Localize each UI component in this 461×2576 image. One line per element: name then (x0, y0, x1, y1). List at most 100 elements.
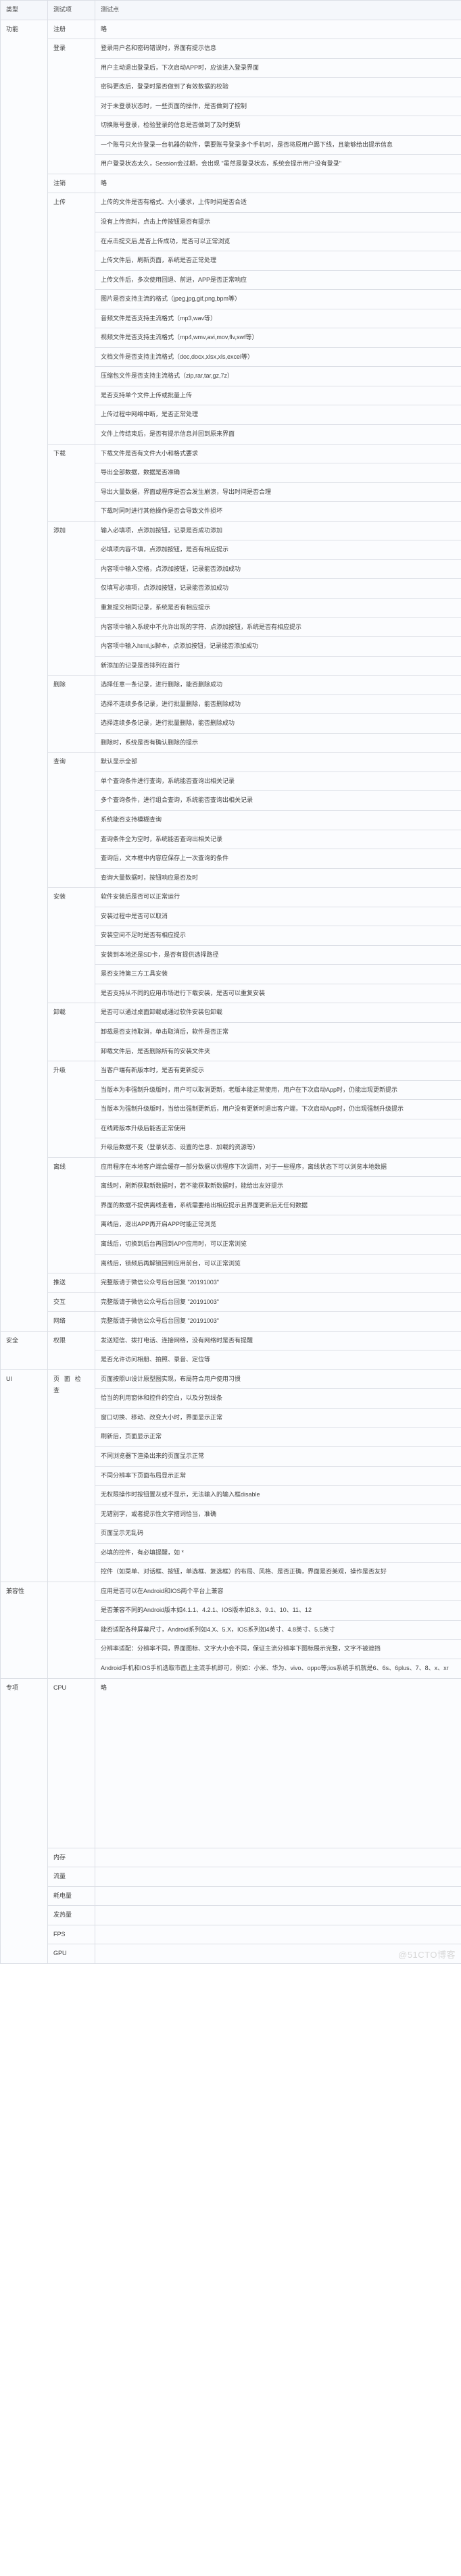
test-point-cell: 不同浏览器下渲染出来的页面显示正常 (95, 1446, 461, 1467)
table-row: 功能 注册略 (0, 19, 461, 1332)
test-point-cell (95, 1847, 461, 1868)
table-row: 推送 完整版请于微信公众号后台回复 "20191003" (1, 1273, 461, 1293)
test-point-cell: 无权限操作时按钮置灰或不显示，无法输入的输入框disable (95, 1485, 461, 1505)
test-item-cell: 添加 (47, 520, 95, 676)
test-point-cell: 离线后，退出APP再开启APP时能正常浏览 (95, 1215, 461, 1235)
table-row: 网络 完整版请于微信公众号后台回复 "20191003" (1, 1311, 461, 1332)
test-point-cell: 一个账号只允许登录一台机器的软件，需要账号登录多个手机时，是否将原用户踢下线，且… (95, 134, 461, 155)
test-point-cell: 卸载是否支持取消，单击取消后，软件是否正常 (95, 1021, 461, 1042)
test-point-cell: 能否适配各种屏幕尺寸，Android系列如4.X、5.X，IOS系列如4英寸、4… (95, 1619, 461, 1640)
test-point-cell: 内容项中输入空格，点添加按钮，记录能否添加成功 (95, 559, 461, 580)
test-item-cell: 离线 (47, 1157, 95, 1274)
test-point-cell: 在点击提交后,是否上传成功，是否可以正常浏览 (95, 231, 461, 252)
test-point-cell: 页面显示无乱码 (95, 1523, 461, 1544)
test-item-cell: 删除 (47, 675, 95, 753)
table-row: 上传 上传的文件是否有格式、大小要求，上传时间是否合适 (1, 193, 461, 445)
table-row: 安全 权限 发送短信、拨打电话、连接网络，没有网络时是否有提醒 (0, 1330, 461, 1370)
table-row: 添加 输入必填项，点添加按钮，记录是否成功添加 (1, 520, 461, 676)
test-point-cell: 选择任意一条记录，进行删除，能否删除成功 (95, 675, 461, 695)
test-item-cell: 安装 (47, 887, 95, 1004)
table-header-row: 类型 测试项 测试点 (0, 0, 461, 20)
table-row: FPS (1, 1924, 461, 1945)
test-point-cell: 略 (95, 173, 461, 194)
table-row: 升级 当客户端有新版本时，是否有更新提示 (1, 1061, 461, 1158)
test-point-cell: 当客户端有新版本时，是否有更新提示 (95, 1061, 461, 1081)
test-point-cell: 无错别字，或者提示性文字措词恰当，准确 (95, 1504, 461, 1525)
test-point-cell: 升级后数据不变（登录状态、设置的信息、加载的资源等） (95, 1138, 461, 1158)
test-point-cell: 软件安装后是否可以正常运行 (95, 887, 461, 907)
test-point-cell: 选择连续多条记录，进行批量删除，能否删除成功 (95, 713, 461, 734)
test-point-cell: 完整版请于微信公众号后台回复 "20191003" (95, 1273, 461, 1293)
test-point-cell: 压缩包文件是否支持主流格式（zip,rar,tar,gz,7z） (95, 366, 461, 386)
test-point-cell: 单个查询条件进行查询，系统能否查询出相关记录 (95, 771, 461, 792)
test-point-cell: 默认显示全部 (95, 752, 461, 772)
test-point-cell: 上传的文件是否有格式、大小要求，上传时间是否合适 (95, 193, 461, 213)
test-point-cell: 对于未登录状态时，一些页面的操作，是否做到了控制 (95, 96, 461, 117)
table-row: 登录 登录用户名和密码错误时，界面有提示信息 (1, 39, 461, 174)
test-point-cell: 是否兼容不同的Android版本如4.1.1、4.2.1、IOS版本如8.3、9… (95, 1600, 461, 1621)
test-point-cell: 查询条件全为空时，系统能否查询出相关记录 (95, 829, 461, 850)
test-point-cell: 页面按照UI设计原型图实现，布局符合用户使用习惯 (95, 1369, 461, 1390)
test-point-cell: 重复提交相同记录，系统是否有相应提示 (95, 597, 461, 618)
test-point-cell: 切换账号登录，检验登录的信息是否做到了及时更新 (95, 116, 461, 136)
test-point-cell: 查询后，文本框中内容应保存上一次查询的条件 (95, 849, 461, 869)
test-point-cell: 必填项内容不填，点添加按钮，是否有相应提示 (95, 540, 461, 560)
test-point-cell: 仅填写必填项，点添加按钮，记录能否添加成功 (95, 578, 461, 599)
test-point-cell: 上传文件后，刷新页面，系统是否正常处理 (95, 251, 461, 271)
test-point-cell: 在线跨版本升级后能否正常使用 (95, 1118, 461, 1139)
test-point-cell (95, 1924, 461, 1945)
category-cell: 兼容性 (0, 1581, 48, 1679)
test-point-cell: 是否支持第三方工具安装 (95, 964, 461, 984)
test-point-cell: 控件（如菜单、对话框、按钮，单选框、复选框）的布局、风格、是否正确，界面是否美观… (95, 1562, 461, 1582)
table-row: 注销略 (1, 173, 461, 194)
test-point-cell: Android手机和IOS手机选取市面上主流手机即可，例如：小米、华为、vivo… (95, 1659, 461, 1679)
test-point-cell: 离线后，切换到后台再回到APP应用时，可以正常浏览 (95, 1234, 461, 1255)
table-row: 卸载 是否可以通过桌面卸载或通过软件安装包卸载 (1, 1003, 461, 1062)
test-point-cell: 当版本为非强制升级版时，用户可以取消更新，老版本能正常使用，用户在下次启动App… (95, 1080, 461, 1101)
test-item-cell: 登录 (47, 39, 95, 174)
test-point-cell (95, 1905, 461, 1925)
test-point-cell: 文档文件是否支持主流格式（doc,docx,xlsx,xls,excel等） (95, 347, 461, 368)
test-point-cell: 内容项中输入系统中不允许出现的字符、点添加按钮，系统是否有相应提示 (95, 617, 461, 638)
test-point-cell: 完整版请于微信公众号后台回复 "20191003" (95, 1292, 461, 1313)
table-row: 交互 完整版请于微信公众号后台回复 "20191003" (1, 1292, 461, 1313)
table-row: 下载 下载文件是否有文件大小和格式要求 (1, 443, 461, 522)
test-item-cell: 注销 (47, 173, 95, 194)
test-point-cell: 密码更改后，登录时是否做到了有效数据的校验 (95, 77, 461, 97)
table-row: 兼容性 应用是否可以在Android和IOS两个平台上兼容 (0, 1581, 461, 1679)
test-point-cell: 用户登录状态太久，Session会过期，会出现 "虽然是登录状态，系统会提示用户… (95, 154, 461, 174)
test-point-cell: 内容项中输入html,js脚本，点添加按钮，记录能否添加成功 (95, 636, 461, 657)
test-item-cell: 发热量 (47, 1905, 95, 1925)
test-point-cell: 文件上传结束后，是否有提示信息并回到原来界面 (95, 424, 461, 445)
test-point-cell: 是否支持单个文件上传或批量上传 (95, 385, 461, 406)
category-cell: UI (0, 1369, 48, 1582)
test-point-cell: 发送短信、拨打电话、连接网络，没有网络时是否有提醒 (95, 1330, 461, 1351)
test-point-cell: 恰当的利用窗体和控件的空白，以及分割线条 (95, 1388, 461, 1409)
test-point-cell: 完整版请于微信公众号后台回复 "20191003" (95, 1311, 461, 1332)
test-point-cell: 新添加的记录是否排列在首行 (95, 655, 461, 676)
test-point-cell: 查询大量数据时，按钮响应是否及时 (95, 867, 461, 888)
test-point-cell: 必填的控件，有必填提醒，如 * (95, 1542, 461, 1563)
test-point-cell: 是否支持从不同的应用市场进行下载安装，是否可以重复安装 (95, 983, 461, 1004)
table-body: 类型 测试项 测试点 功能 注册略登录 登录用户名和密码错误时，界面有提示信息 用户主动退出… (0, 0, 461, 1964)
test-point-cell: 离线后，锁频后再解锁回到应用前台，可以正常浏览 (95, 1253, 461, 1274)
test-item-cell: 查询 (47, 752, 95, 888)
table-row: 专项 CPU 略 (0, 1677, 461, 1964)
test-item-cell: CPU (47, 1677, 95, 1848)
test-point-cell: 删除时，系统是否有确认删除的提示 (95, 732, 461, 753)
test-point-cell: 音频文件是否支持主流格式（mp3,wav等） (95, 308, 461, 329)
test-item-cell: 交互 (47, 1292, 95, 1313)
test-point-cell: 窗口切换、移动、改变大小时，界面显示正常 (95, 1407, 461, 1428)
test-point-cell (95, 1867, 461, 1887)
test-point-cell: 导出大量数据，界面或程序是否会发生崩溃，导出时间是否合理 (95, 482, 461, 503)
test-point-cell: 分辨率适配：分辨率不同，界面图标、文字大小会不同，保证主流分辨率下图标展示完整，… (95, 1639, 461, 1660)
test-point-cell: 卸载文件后，是否删除所有的安装文件夹 (95, 1041, 461, 1062)
table-row: 查询 默认显示全部 (1, 752, 461, 888)
test-point-cell: 视频文件是否支持主流格式（mp4,wmv,avi,mov,flv,swf等） (95, 328, 461, 348)
test-point-cell: 略 (95, 19, 461, 40)
test-point-cell: 当版本为强制升级版时，当给出强制更新后，用户没有更新时退出客户端，下次启动App… (95, 1099, 461, 1119)
test-item-cell (47, 1581, 95, 1679)
test-item-cell: 网络 (47, 1311, 95, 1332)
test-point-cell: 应用是否可以在Android和IOS两个平台上兼容 (95, 1581, 461, 1602)
test-point-cell: 输入必填项，点添加按钮，记录是否成功添加 (95, 520, 461, 541)
